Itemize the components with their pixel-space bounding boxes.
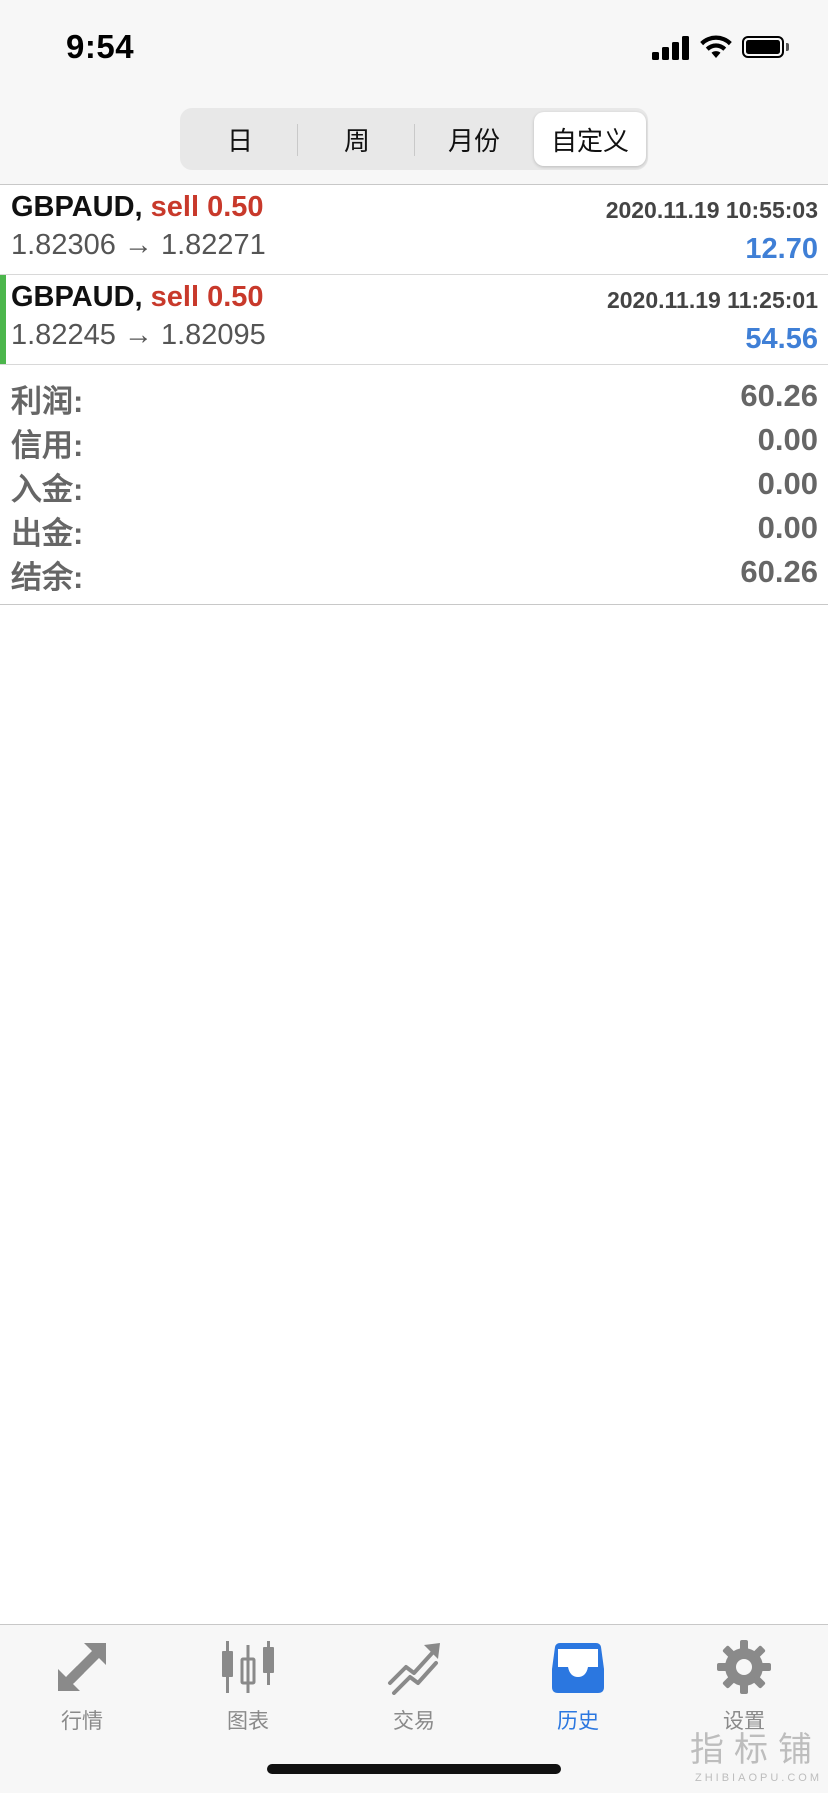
candlestick-chart-icon <box>222 1641 274 1693</box>
summary-label: 入金: <box>11 472 84 507</box>
trade-direction: sell 0.50 <box>150 191 264 223</box>
period-segmented-control: 日 周 月份 自定义 <box>180 108 648 170</box>
status-bar: 9:54 <box>0 0 828 100</box>
summary-row-withdrawal: 出金: 0.00 <box>0 508 828 552</box>
tab-label: 交易 <box>393 1710 435 1733</box>
summary-value: 0.00 <box>757 466 818 501</box>
tab-label: 历史 <box>557 1710 599 1733</box>
trade-direction: sell 0.50 <box>150 281 264 313</box>
watermark-subtext: ZHIBIAOPU.COM <box>695 1772 823 1784</box>
trade-timestamp: 2020.11.19 10:55:03 <box>605 197 818 223</box>
quotes-arrows-icon <box>58 1643 106 1691</box>
battery-icon <box>742 36 790 60</box>
summary-value: 60.26 <box>740 554 818 589</box>
summary-label: 出金: <box>11 516 84 551</box>
wifi-icon <box>700 35 732 58</box>
period-tab-month[interactable]: 月份 <box>418 112 530 166</box>
tab-quotes[interactable]: 行情 <box>22 1635 142 1745</box>
summary-value: 60.26 <box>740 378 818 413</box>
trade-prices: 1.82245 → 1.82095 <box>11 319 266 351</box>
tab-label: 图表 <box>227 1710 269 1733</box>
summary-value: 0.00 <box>757 422 818 457</box>
trade-profit: 12.70 <box>745 233 818 265</box>
selected-row-indicator <box>0 275 6 364</box>
trade-prices: 1.82306 → 1.82271 <box>11 229 266 261</box>
watermark: 指标铺 <box>690 1730 822 1770</box>
account-summary: 利润: 60.26 信用: 0.00 入金: 0.00 出金: 0.00 结余:… <box>0 366 828 605</box>
segment-divider <box>414 124 415 156</box>
trade-symbol: GBPAUD, <box>11 281 143 313</box>
home-indicator[interactable] <box>267 1764 561 1774</box>
trade-trend-icon <box>388 1643 440 1695</box>
summary-row-profit: 利润: 60.26 <box>0 376 828 420</box>
gear-icon <box>717 1640 771 1694</box>
trade-symbol: GBPAUD, <box>11 191 143 223</box>
trade-profit: 54.56 <box>745 323 818 355</box>
status-time: 9:54 <box>66 28 135 65</box>
tab-charts[interactable]: 图表 <box>188 1635 308 1745</box>
trade-timestamp: 2020.11.19 11:25:01 <box>606 287 818 313</box>
summary-row-credit: 信用: 0.00 <box>0 420 828 464</box>
trade-symbol-line: GBPAUD, sell 0.50 <box>11 281 264 314</box>
summary-value: 0.00 <box>757 510 818 545</box>
cellular-signal-icon <box>652 36 692 60</box>
trade-row[interactable]: GBPAUD, sell 0.50 2020.11.19 11:25:01 1.… <box>0 275 828 365</box>
segment-divider <box>297 124 298 156</box>
summary-row-balance: 结余: 60.26 <box>0 552 828 596</box>
summary-label: 结余: <box>11 560 84 595</box>
summary-label: 信用: <box>11 428 84 463</box>
trade-row[interactable]: GBPAUD, sell 0.50 2020.11.19 10:55:03 1.… <box>0 185 828 275</box>
tab-history[interactable]: 历史 <box>518 1635 638 1745</box>
tab-label: 行情 <box>61 1710 103 1733</box>
summary-label: 利润: <box>11 384 84 419</box>
period-tab-day[interactable]: 日 <box>184 112 296 166</box>
history-inbox-icon <box>552 1643 604 1693</box>
period-tab-week[interactable]: 周 <box>301 112 413 166</box>
period-selector-bar: 日 周 月份 自定义 <box>0 100 828 185</box>
trade-symbol-line: GBPAUD, sell 0.50 <box>11 191 264 224</box>
period-tab-custom[interactable]: 自定义 <box>534 112 646 166</box>
tab-trade[interactable]: 交易 <box>354 1635 474 1745</box>
summary-row-deposit: 入金: 0.00 <box>0 464 828 508</box>
